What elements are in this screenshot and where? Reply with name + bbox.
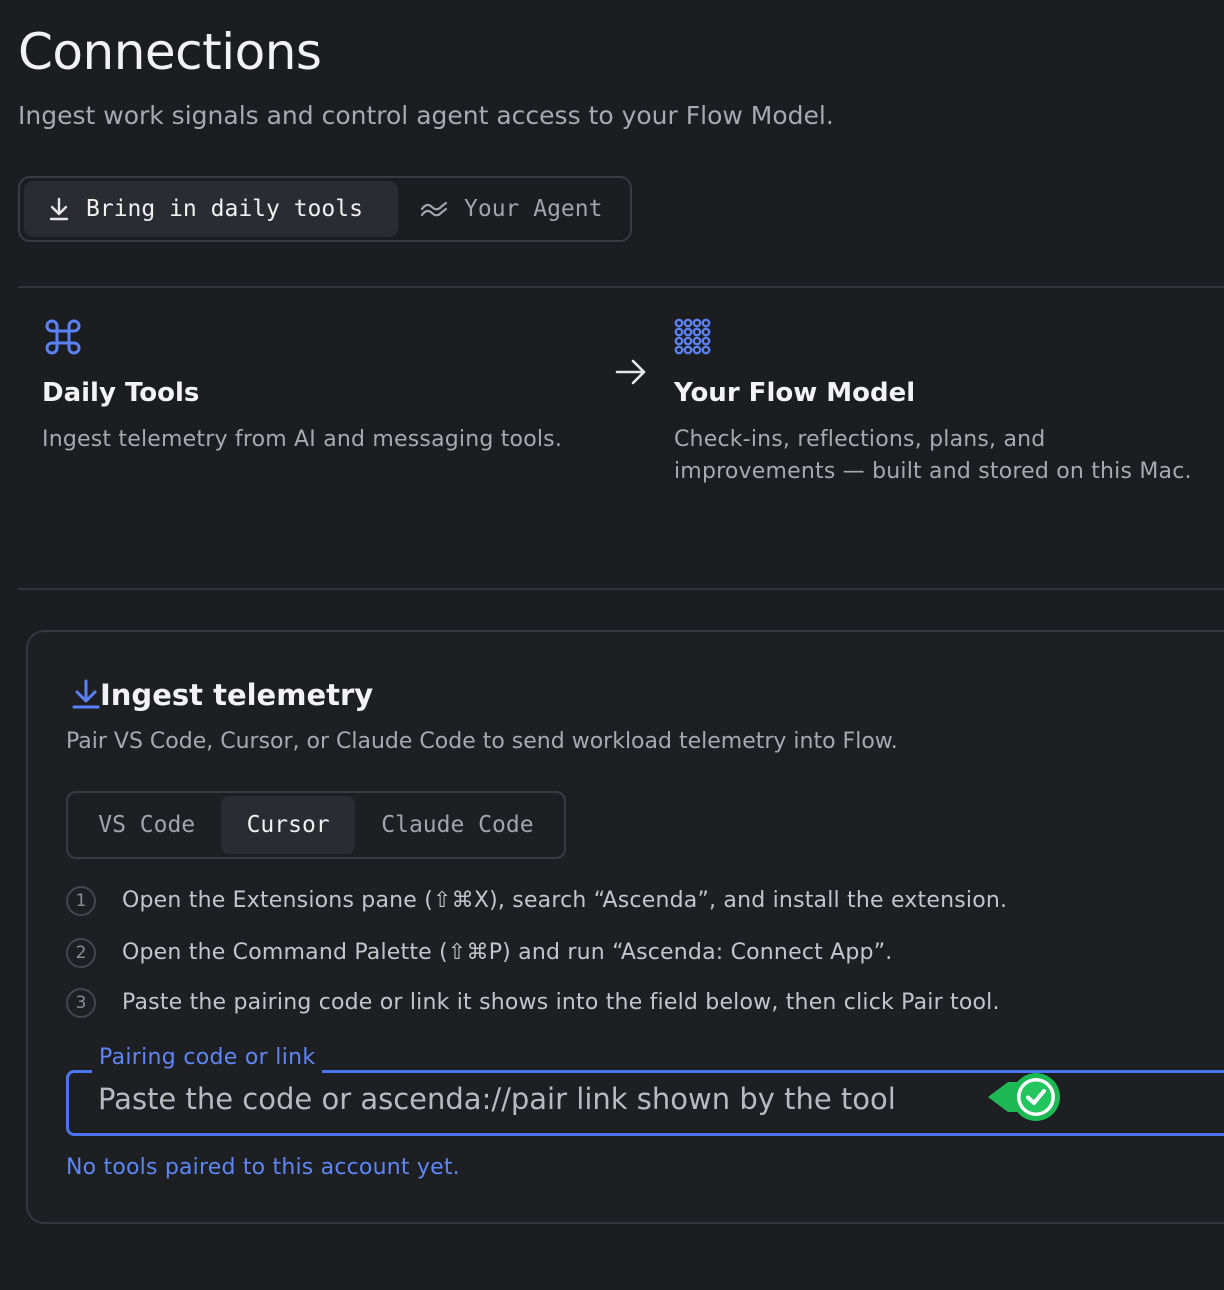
connections-page: Connections Ingest work signals and cont… bbox=[0, 0, 1224, 1290]
tab-label: Bring in daily tools bbox=[86, 196, 363, 222]
flow-target-description-line2: improvements — built and stored on this … bbox=[674, 459, 1192, 484]
step-number: 1 bbox=[66, 886, 96, 916]
pairing-code-input[interactable] bbox=[98, 1076, 978, 1122]
step-number: 2 bbox=[66, 938, 96, 968]
password-manager-badge-icon[interactable] bbox=[986, 1070, 1066, 1124]
tab-label: Your Agent bbox=[464, 196, 603, 222]
mode-tabs: Bring in daily tools Your Agent bbox=[18, 176, 632, 242]
download-arrow-icon bbox=[72, 679, 100, 709]
step-text: Open the Command Palette (⇧⌘P) and run “… bbox=[122, 940, 893, 965]
tool-selector: VS Code Cursor Claude Code bbox=[66, 791, 566, 859]
divider-top bbox=[18, 286, 1224, 288]
tool-tab-vs-code[interactable]: VS Code bbox=[72, 796, 221, 854]
download-arrow-icon bbox=[49, 197, 69, 221]
page-subtitle: Ingest work signals and control agent ac… bbox=[18, 101, 834, 130]
dot-grid-icon bbox=[674, 318, 711, 355]
divider-middle bbox=[18, 588, 1224, 590]
flow-target-description-line1: Check-ins, reflections, plans, and bbox=[674, 427, 1046, 452]
arrow-right-icon bbox=[615, 359, 646, 385]
pairing-status: No tools paired to this account yet. bbox=[66, 1155, 460, 1180]
tool-tab-cursor[interactable]: Cursor bbox=[221, 796, 355, 854]
step-1: 1 Open the Extensions pane (⇧⌘X), search… bbox=[66, 886, 1007, 916]
step-3: 3 Paste the pairing code or link it show… bbox=[66, 988, 1000, 1018]
step-text: Paste the pairing code or link it shows … bbox=[122, 990, 1000, 1015]
card-title: Ingest telemetry bbox=[100, 678, 374, 712]
flow-target: Your Flow Model Check-ins, reflections, … bbox=[674, 376, 1192, 488]
flow-target-title: Your Flow Model bbox=[674, 378, 916, 408]
tab-your-agent[interactable]: Your Agent bbox=[398, 181, 624, 237]
command-key-icon bbox=[45, 319, 81, 355]
card-description: Pair VS Code, Cursor, or Claude Code to … bbox=[66, 729, 898, 754]
flow-source: Daily Tools Ingest telemetry from AI and… bbox=[42, 376, 562, 456]
page-title: Connections bbox=[18, 23, 322, 81]
pairing-code-label: Pairing code or link bbox=[92, 1042, 323, 1074]
flow-source-description: Ingest telemetry from AI and messaging t… bbox=[42, 427, 563, 452]
step-text: Open the Extensions pane (⇧⌘X), search “… bbox=[122, 888, 1008, 913]
tab-bring-in-daily-tools[interactable]: Bring in daily tools bbox=[24, 181, 398, 237]
tool-tab-claude-code[interactable]: Claude Code bbox=[355, 796, 560, 854]
wave-icon bbox=[420, 201, 448, 217]
step-number: 3 bbox=[66, 988, 96, 1018]
step-2: 2 Open the Command Palette (⇧⌘P) and run… bbox=[66, 938, 893, 968]
flow-source-title: Daily Tools bbox=[42, 378, 200, 408]
